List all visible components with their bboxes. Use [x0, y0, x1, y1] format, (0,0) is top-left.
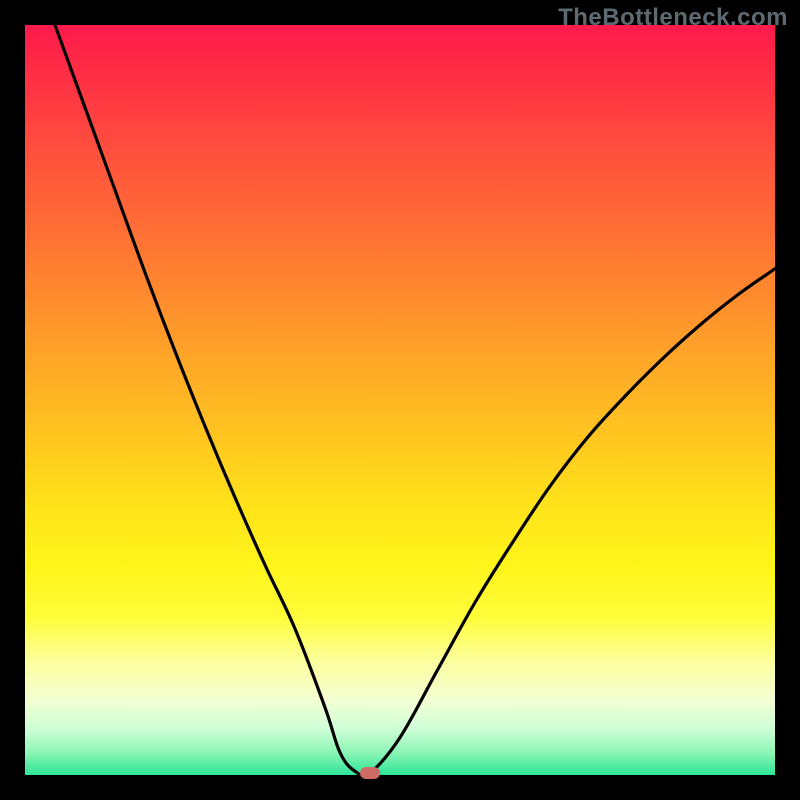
- curve-svg: [25, 25, 775, 775]
- plot-area: [25, 25, 775, 775]
- bottleneck-curve: [55, 25, 775, 776]
- minimum-marker: [360, 767, 380, 779]
- chart-frame: TheBottleneck.com: [0, 0, 800, 800]
- watermark-text: TheBottleneck.com: [558, 4, 788, 32]
